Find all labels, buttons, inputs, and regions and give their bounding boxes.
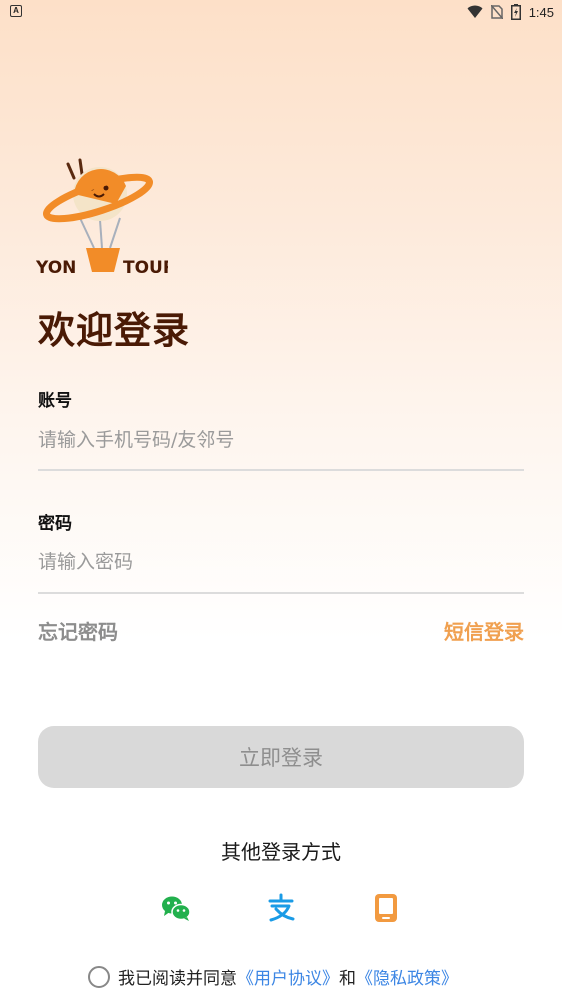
agreement-radio[interactable] xyxy=(88,965,110,988)
battery-charging-icon xyxy=(510,4,521,20)
wifi-icon xyxy=(467,5,483,18)
wechat-icon[interactable] xyxy=(160,892,192,924)
password-label: 密码 xyxy=(38,514,72,534)
account-divider xyxy=(38,469,524,471)
status-icons: 1:45 xyxy=(467,4,554,20)
privacy-policy-link[interactable]: 《隐私政策》 xyxy=(356,964,458,989)
other-login-title: 其他登录方式 xyxy=(221,840,341,864)
svg-text:YON: YON xyxy=(36,258,76,278)
sms-login-link[interactable]: 短信登录 xyxy=(444,616,524,645)
yoni-tour-logo: YON TOUR xyxy=(36,158,168,278)
phone-icon[interactable] xyxy=(370,892,402,924)
page-title: 欢迎登录 xyxy=(38,309,190,352)
svg-text:TOUR: TOUR xyxy=(123,258,168,278)
notification-a-icon: A xyxy=(10,5,22,17)
status-time: 1:45 xyxy=(528,4,554,20)
agreement-row: 我已阅读并同意 《用户协议》 和 《隐私政策》 xyxy=(88,964,458,989)
password-divider xyxy=(38,592,524,594)
agreement-and: 和 xyxy=(339,969,356,989)
alipay-icon[interactable] xyxy=(265,892,297,924)
agreement-prefix: 我已阅读并同意 xyxy=(118,969,237,989)
account-label: 账号 xyxy=(38,391,72,411)
user-agreement-link[interactable]: 《用户协议》 xyxy=(237,964,339,989)
login-button[interactable]: 立即登录 xyxy=(38,726,524,788)
forgot-password-link[interactable]: 忘记密码 xyxy=(38,616,118,645)
password-input[interactable] xyxy=(38,542,524,582)
status-bar: A 1:45 xyxy=(0,0,562,24)
no-sim-icon xyxy=(490,5,503,19)
account-input[interactable] xyxy=(38,420,524,460)
